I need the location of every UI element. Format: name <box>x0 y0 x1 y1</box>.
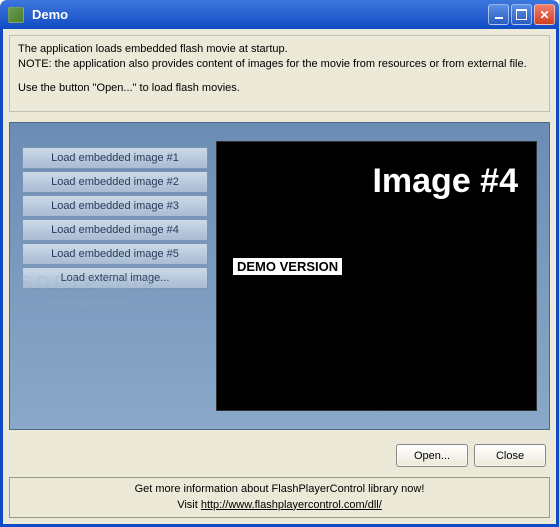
load-embedded-1-button[interactable]: Load embedded image #1 <box>22 147 208 169</box>
footer-panel: Get more information about FlashPlayerCo… <box>9 477 550 518</box>
info-panel: The application loads embedded flash mov… <box>9 35 550 112</box>
footer-visit-prefix: Visit <box>177 499 201 511</box>
image-button-column: Load embedded image #1 Load embedded ima… <box>22 141 208 411</box>
flash-movie-area: Image #4 DEMO VERSION <box>216 141 537 411</box>
info-line: Use the button "Open..." to load flash m… <box>18 81 541 96</box>
close-button[interactable]: Close <box>474 444 546 467</box>
info-line: NOTE: the application also provides cont… <box>18 57 541 72</box>
info-line: The application loads embedded flash mov… <box>18 42 541 57</box>
window-controls <box>488 4 555 25</box>
window-body: The application loads embedded flash mov… <box>0 29 559 527</box>
minimize-button[interactable] <box>488 4 509 25</box>
titlebar[interactable]: Demo <box>0 0 559 29</box>
action-row: Open... Close <box>9 444 550 467</box>
window-title: Demo <box>32 7 488 22</box>
load-external-button[interactable]: Load external image... <box>22 267 208 289</box>
footer-link[interactable]: http://www.flashplayercontrol.com/dll/ <box>201 499 382 511</box>
footer-visit: Visit http://www.flashplayercontrol.com/… <box>14 498 545 513</box>
demo-version-label: DEMO VERSION <box>233 258 342 275</box>
open-button[interactable]: Open... <box>396 444 468 467</box>
load-embedded-3-button[interactable]: Load embedded image #3 <box>22 195 208 217</box>
load-embedded-2-button[interactable]: Load embedded image #2 <box>22 171 208 193</box>
footer-text: Get more information about FlashPlayerCo… <box>14 482 545 497</box>
maximize-button[interactable] <box>511 4 532 25</box>
app-icon <box>8 7 24 23</box>
load-embedded-5-button[interactable]: Load embedded image #5 <box>22 243 208 265</box>
close-window-button[interactable] <box>534 4 555 25</box>
flash-image-title: Image #4 <box>372 162 518 201</box>
main-panel: SOFTPEDIA www.softpedia.com Load embedde… <box>9 122 550 430</box>
load-embedded-4-button[interactable]: Load embedded image #4 <box>22 219 208 241</box>
